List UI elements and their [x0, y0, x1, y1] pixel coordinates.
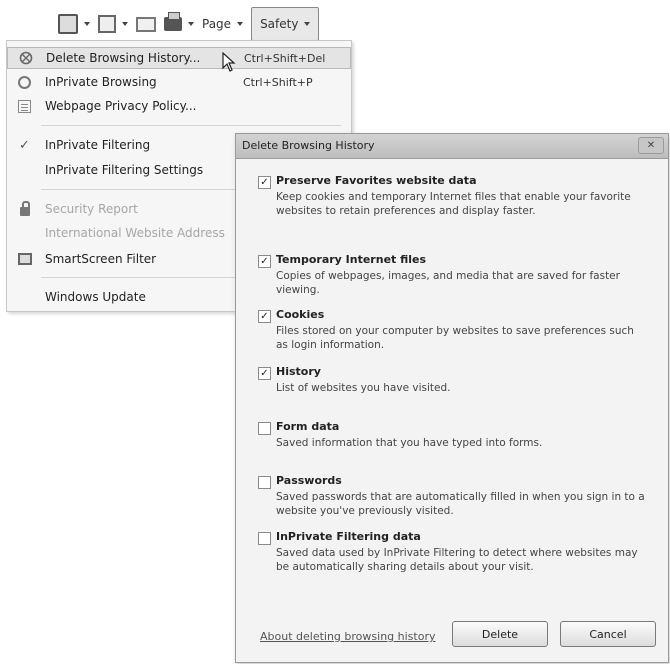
- option-title: Temporary Internet files: [276, 253, 427, 266]
- safety-menu-button[interactable]: Safety: [251, 7, 320, 41]
- page-menu-label: Page: [202, 17, 232, 31]
- menu-item-label: InPrivate Filtering Settings: [45, 163, 204, 177]
- chevron-down-icon: [84, 22, 90, 26]
- menu-shortcut: Ctrl+Shift+P: [243, 75, 313, 89]
- chevron-down-icon: [304, 22, 311, 26]
- menu-item-label: InPrivate Filtering: [45, 138, 151, 152]
- history-checkbox[interactable]: ✓: [258, 367, 271, 380]
- menu-item-label: Webpage Privacy Policy...: [45, 99, 197, 113]
- passwords-checkbox[interactable]: [258, 476, 271, 489]
- inprivate-filtering-data-checkbox[interactable]: [258, 532, 271, 545]
- delete-button[interactable]: Delete: [452, 621, 548, 647]
- print-button[interactable]: [164, 11, 194, 37]
- temporary-internet-files-checkbox[interactable]: ✓: [258, 255, 271, 268]
- cookies-checkbox[interactable]: ✓: [258, 310, 271, 323]
- form-data-checkbox[interactable]: [258, 422, 271, 435]
- option-title: Form data: [276, 420, 340, 433]
- lock-icon: [17, 200, 32, 217]
- chevron-down-icon: [188, 22, 194, 26]
- delete-history-icon: [18, 51, 33, 66]
- page-menu-button[interactable]: Page: [202, 11, 244, 37]
- mail-icon: [136, 16, 156, 32]
- option-description: Saved data used by InPrivate Filtering t…: [276, 547, 638, 573]
- option-title: Passwords: [276, 474, 342, 487]
- home-icon: [58, 14, 78, 34]
- menu-item-label: Security Report: [45, 202, 138, 216]
- option-description: Saved passwords that are automatically f…: [276, 491, 645, 517]
- option-title: Preserve Favorites website data: [276, 174, 477, 187]
- menu-item-label: International Website Address: [45, 226, 225, 240]
- dialog-title: Delete Browsing History: [242, 139, 375, 152]
- menu-item-inprivate-browsing[interactable]: InPrivate Browsing Ctrl+Shift+P: [7, 71, 351, 93]
- smartscreen-icon: [17, 252, 32, 267]
- menu-item-webpage-privacy-policy[interactable]: Webpage Privacy Policy...: [7, 95, 351, 117]
- menu-shortcut: Ctrl+Shift+Del: [244, 51, 326, 65]
- privacy-policy-icon: [17, 99, 32, 114]
- preserve-favorites-checkbox[interactable]: ✓: [258, 176, 271, 189]
- close-button[interactable]: ✕: [638, 137, 664, 154]
- safety-menu-label: Safety: [260, 17, 299, 31]
- read-mail-button[interactable]: [136, 11, 156, 37]
- dialog-titlebar: Delete Browsing History ✕: [236, 134, 668, 159]
- option-title: InPrivate Filtering data: [276, 530, 421, 543]
- option-description: Saved information that you have typed in…: [276, 437, 543, 449]
- printer-icon: [164, 12, 182, 31]
- menu-separator: [41, 125, 341, 126]
- feeds-button[interactable]: [98, 11, 128, 37]
- option-title: History: [276, 365, 321, 378]
- option-description: Copies of webpages, images, and media th…: [276, 270, 620, 296]
- option-description: List of websites you have visited.: [276, 382, 451, 394]
- inprivate-icon: [17, 75, 32, 90]
- delete-browsing-history-dialog: Delete Browsing History ✕ ✓ Preserve Fav…: [235, 133, 669, 663]
- cancel-button[interactable]: Cancel: [560, 621, 656, 647]
- option-title: Cookies: [276, 308, 325, 321]
- menu-item-label: Delete Browsing History...: [46, 51, 201, 65]
- feed-icon: [98, 15, 116, 33]
- option-description: Keep cookies and temporary Internet file…: [276, 191, 631, 217]
- option-description: Files stored on your computer by website…: [276, 325, 634, 351]
- check-icon: ✓: [19, 137, 30, 153]
- close-icon: ✕: [646, 140, 656, 151]
- menu-item-delete-browsing-history[interactable]: Delete Browsing History... Ctrl+Shift+De…: [7, 47, 351, 69]
- chevron-down-icon: [237, 22, 244, 26]
- menu-item-label: InPrivate Browsing: [45, 75, 157, 89]
- home-button[interactable]: [58, 11, 90, 37]
- command-bar: Page Safety: [58, 6, 358, 42]
- chevron-down-icon: [122, 22, 128, 26]
- about-deleting-history-link[interactable]: About deleting browsing history: [260, 630, 435, 643]
- menu-item-label: SmartScreen Filter: [45, 252, 157, 266]
- menu-item-label: Windows Update: [45, 290, 146, 304]
